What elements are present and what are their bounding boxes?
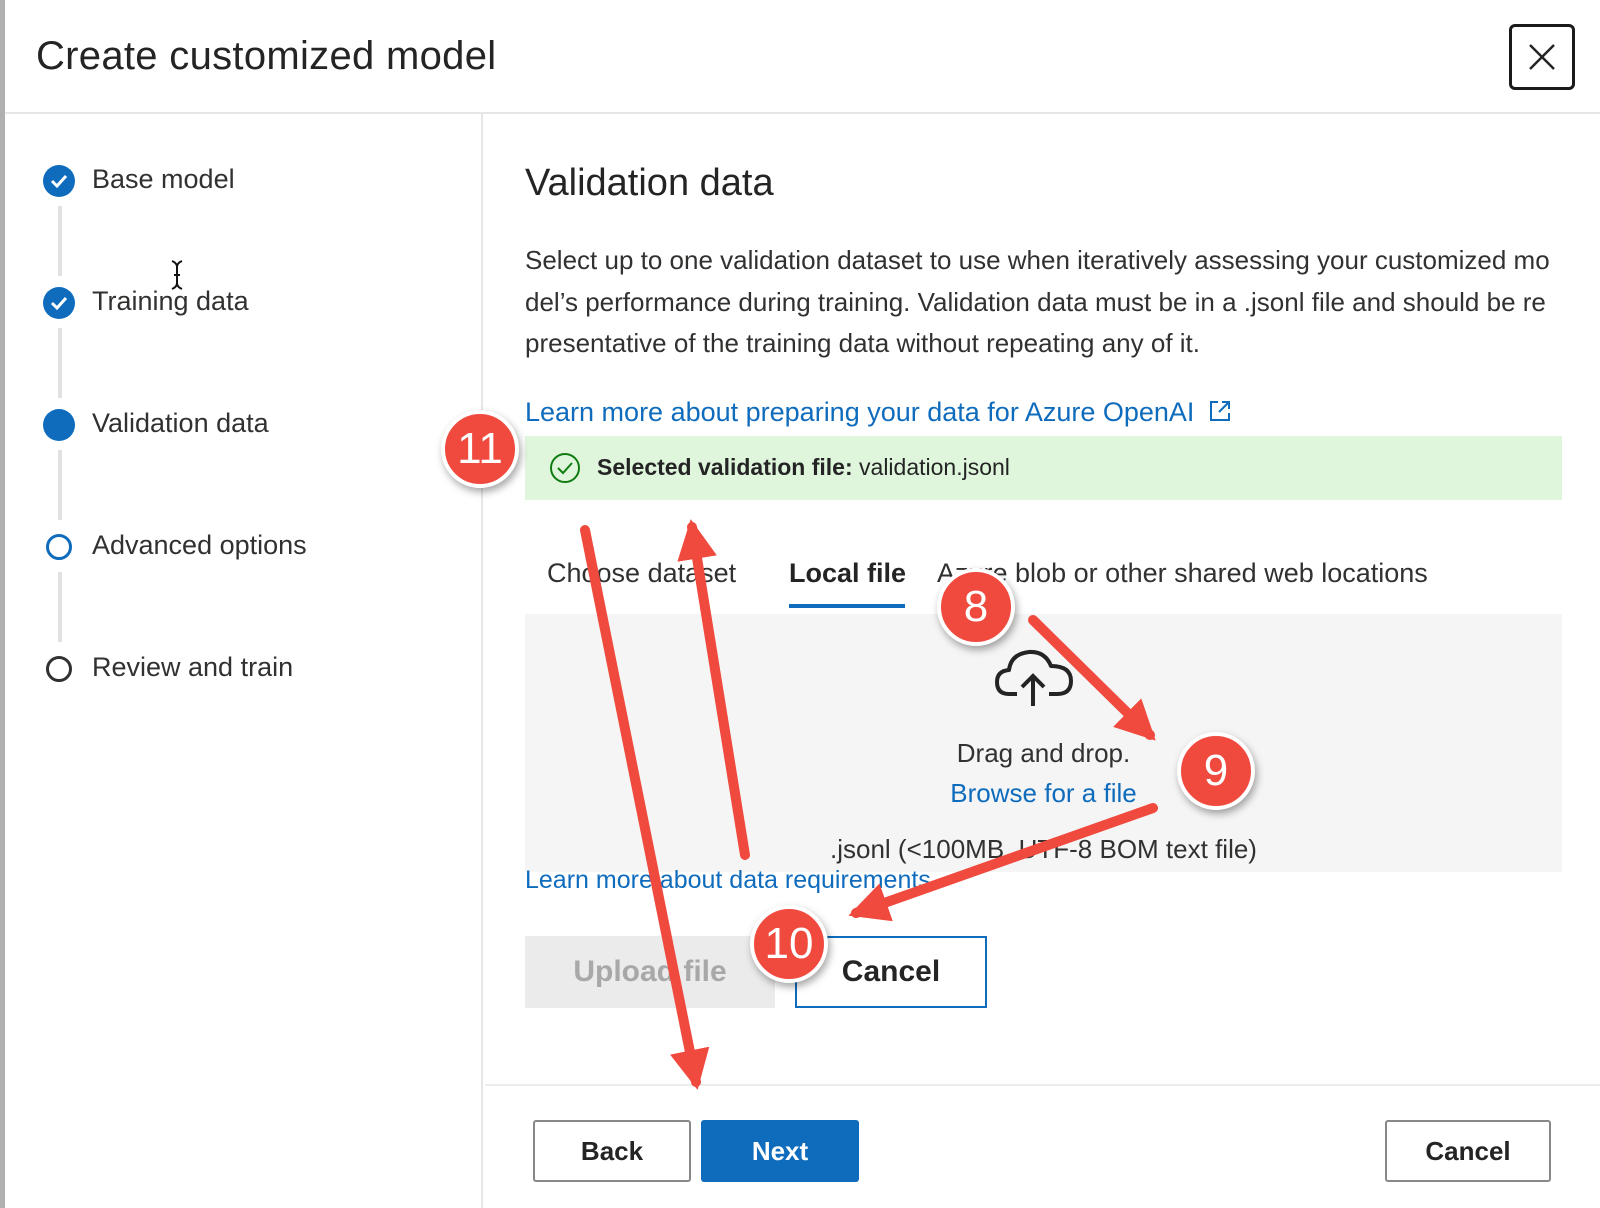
data-requirements-link[interactable]: Learn more about data requirements xyxy=(525,866,931,895)
main-panel: Validation data Select up to one validat… xyxy=(485,114,1600,1084)
pending-step-icon xyxy=(46,534,72,560)
file-dropzone[interactable]: Drag and drop. Browse for a file .jsonl … xyxy=(525,614,1562,872)
cloud-upload-icon xyxy=(995,649,1073,706)
text-cursor-icon xyxy=(171,260,183,290)
step-connector xyxy=(58,328,62,398)
step-validation-data[interactable]: Validation data xyxy=(5,400,475,450)
annotation-badge-9: 9 xyxy=(1177,732,1255,810)
drag-drop-text: Drag and drop. xyxy=(956,738,1131,768)
success-message: Selected validation file: validation.jso… xyxy=(597,454,1010,481)
annotation-badge-8: 8 xyxy=(937,568,1015,646)
step-base-model[interactable]: Base model xyxy=(5,156,475,206)
success-message-bar: Selected validation file: validation.jso… xyxy=(525,436,1562,500)
step-connector xyxy=(58,572,62,642)
source-tabs: Choose dataset Local file Azure blob or … xyxy=(525,544,1562,614)
step-label: Validation data xyxy=(92,408,269,438)
step-connector xyxy=(58,206,62,276)
learn-more-link-text: Learn more about preparing your data for… xyxy=(525,397,1195,427)
section-description: Select up to one validation dataset to u… xyxy=(525,245,1550,358)
active-tab-indicator xyxy=(789,604,905,608)
selected-file-name: validation.jsonl xyxy=(859,454,1010,480)
tab-choose-dataset[interactable]: Choose dataset xyxy=(547,558,736,589)
step-advanced-options[interactable]: Advanced options xyxy=(5,522,475,572)
annotation-badge-11: 11 xyxy=(441,410,519,488)
browse-file-link[interactable]: Browse for a file xyxy=(525,778,1562,809)
step-label: Review and train xyxy=(92,652,294,682)
close-icon xyxy=(1529,44,1555,70)
step-review-and-train[interactable]: Review and train xyxy=(5,644,475,694)
dialog-header: Create customized model xyxy=(5,0,1600,114)
section-title: Validation data xyxy=(525,162,774,204)
current-step-icon xyxy=(43,409,75,441)
check-icon xyxy=(43,165,75,197)
step-connector xyxy=(58,450,62,520)
success-label: Selected validation file: xyxy=(597,454,853,480)
pending-step-icon xyxy=(46,656,72,682)
close-button[interactable] xyxy=(1509,24,1575,90)
tab-local-file[interactable]: Local file xyxy=(789,558,906,589)
annotation-badge-10: 10 xyxy=(750,905,828,983)
wizard-steps: Base model Training data Validation data… xyxy=(5,114,483,1208)
dialog-footer: Back Next Cancel xyxy=(485,1084,1600,1208)
tab-azure-blob[interactable]: Azure blob or other shared web locations xyxy=(937,558,1428,589)
step-label: Advanced options xyxy=(92,530,307,560)
next-button[interactable]: Next xyxy=(701,1120,859,1182)
external-link-icon xyxy=(1209,401,1230,421)
step-training-data[interactable]: Training data xyxy=(5,278,475,328)
step-label: Base model xyxy=(92,164,235,194)
check-icon xyxy=(43,287,75,319)
upload-file-button[interactable]: Upload file xyxy=(525,936,775,1008)
file-requirements-hint: .jsonl (<100MB, UTF-8 BOM text file) xyxy=(830,834,1257,864)
back-button[interactable]: Back xyxy=(533,1120,691,1182)
learn-more-link[interactable]: Learn more about preparing your data for… xyxy=(525,397,1232,428)
success-check-icon xyxy=(550,453,580,483)
cancel-button[interactable]: Cancel xyxy=(1385,1120,1551,1182)
dialog-title: Create customized model xyxy=(36,34,497,78)
